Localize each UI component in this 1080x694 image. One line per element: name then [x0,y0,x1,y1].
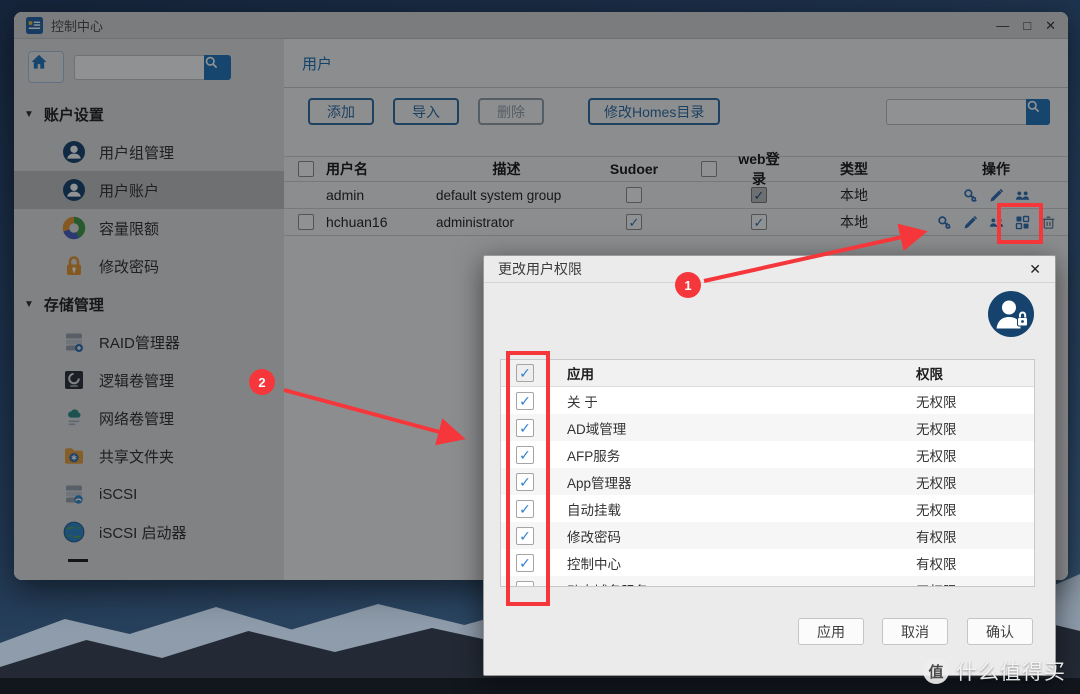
permission-row: ✓App管理器无权限 [501,468,1034,495]
app-name: 关 于 [549,391,916,411]
permission-row: ✓AFP服务无权限 [501,441,1034,468]
permission-row: ✓AD域管理无权限 [501,414,1034,441]
app-name: AFP服务 [549,445,916,465]
permission-value: 无权限 [916,445,1034,465]
permission-value: 有权限 [916,553,1034,573]
dialog-titlebar: 更改用户权限 ✕ [484,256,1055,283]
annotation-box-permissions-icon [997,203,1043,244]
watermark: 值 什么值得买 [923,656,1066,686]
permission-row: ✓自动挂载无权限 [501,495,1034,522]
avatar-lock-icon [987,290,1035,338]
annotation-step-2: 2 [249,369,275,395]
watermark-badge-icon: 值 [923,658,949,684]
permissions-table-header: ✓应用权限 [501,360,1034,387]
app-name: AD域管理 [549,418,916,438]
annotation-step-1: 1 [675,272,701,298]
permission-value: 无权限 [916,391,1034,411]
annotation-box-checkbox-column [506,351,550,606]
apply-button[interactable]: 应用 [798,618,864,645]
permission-row: ✓关 于无权限 [501,387,1034,414]
watermark-text: 什么值得买 [956,656,1066,686]
permission-value: 无权限 [916,418,1034,438]
mountain-base [0,678,1080,694]
app-name: 自动挂载 [549,499,916,519]
permission-column-header: 权限 [916,363,1034,383]
app-name: 动态域名服务 [549,580,916,588]
user-avatar-lock-icon [987,290,1035,338]
app-name: 控制中心 [549,553,916,573]
app-name: 修改密码 [549,526,916,546]
permission-value: 有权限 [916,526,1034,546]
permission-row: ✓控制中心有权限 [501,549,1034,576]
app-column-header: 应用 [549,363,916,383]
permission-row: ✓动态域名服务无权限 [501,576,1034,587]
confirm-button[interactable]: 确认 [967,618,1033,645]
permission-value: 无权限 [916,580,1034,588]
dialog-close-icon[interactable]: ✕ [1029,261,1041,278]
permission-row: ✓修改密码有权限 [501,522,1034,549]
permissions-table: ✓应用权限✓关 于无权限✓AD域管理无权限✓AFP服务无权限✓App管理器无权限… [500,359,1035,587]
change-permissions-dialog: 更改用户权限 ✕ ✓应用权限✓关 于无权限✓AD域管理无权限✓AFP服务无权限✓… [483,255,1056,676]
dialog-title: 更改用户权限 [498,259,582,279]
permission-value: 无权限 [916,499,1034,519]
permission-value: 无权限 [916,472,1034,492]
app-name: App管理器 [549,472,916,492]
cancel-button[interactable]: 取消 [882,618,948,645]
